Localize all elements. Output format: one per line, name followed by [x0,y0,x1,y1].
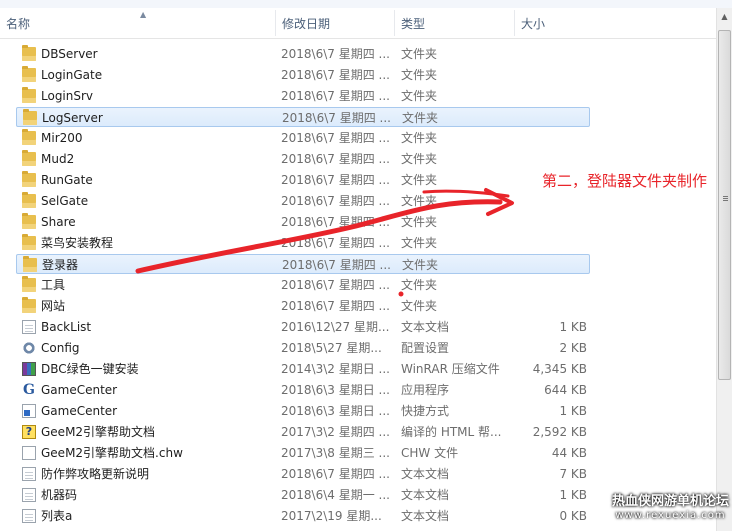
annotation-dot [398,291,404,297]
watermark-url: www.rexuexia.com [615,510,726,521]
watermark-title: 热血侠网游单机论坛 [612,494,730,509]
annotation-arrow-stroke [135,199,503,274]
status-bar [0,525,716,531]
red-annotation-arrow [135,188,514,297]
annotation-label: 第二，登陆器文件夹制作 [542,172,708,190]
forum-watermark: 热血侠网游单机论坛 www.rexuexia.com [612,494,729,522]
